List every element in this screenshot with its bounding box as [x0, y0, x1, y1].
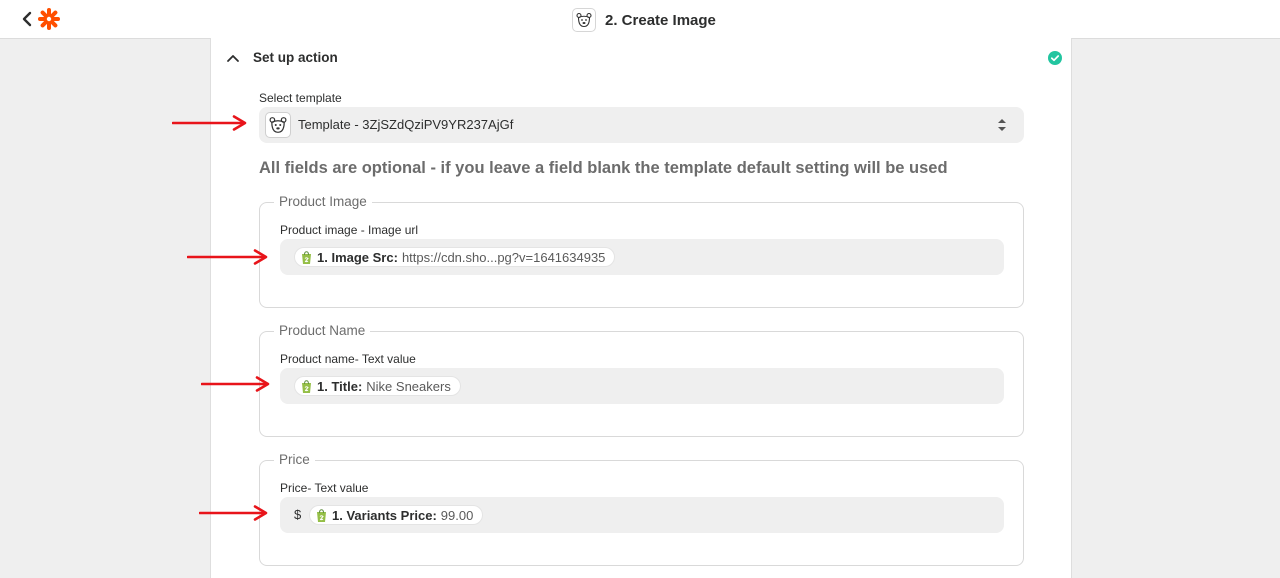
- zapier-logo[interactable]: [38, 8, 60, 30]
- template-select-value: Template - 3ZjSZdQziPV9YR237AjGf: [298, 117, 514, 132]
- check-circle-icon: [1048, 51, 1062, 65]
- field-group-product-name: Product Name Product name- Text value 1.…: [259, 323, 1024, 437]
- pill-value: Nike Sneakers: [366, 378, 451, 394]
- group-legend: Price: [274, 452, 315, 467]
- product-name-input[interactable]: 1. Title: Nike Sneakers: [280, 368, 1004, 404]
- template-app-tile: [265, 112, 291, 138]
- pill-value: 99.00: [440, 507, 474, 523]
- dollar-prefix: $: [294, 507, 302, 522]
- group-legend: Product Name: [274, 323, 371, 338]
- section-header[interactable]: Set up action: [211, 38, 1071, 78]
- annotation-arrow-icon: [172, 115, 247, 131]
- field-label: Product image - Image url: [280, 223, 419, 237]
- section-title: Set up action: [253, 50, 338, 65]
- group-legend: Product Image: [274, 194, 372, 209]
- pill-value: https://cdn.sho...pg?v=1641634935: [401, 249, 606, 265]
- bear-icon: [269, 117, 287, 133]
- pill-key: 1. Title:: [317, 378, 363, 394]
- shopify-icon: [317, 508, 326, 522]
- optional-fields-note: All fields are optional - if you leave a…: [259, 159, 948, 177]
- field-group-product-image: Product Image Product image - Image url …: [259, 194, 1024, 308]
- step-title: 2. Create Image: [572, 7, 716, 33]
- shopify-icon: [302, 379, 311, 393]
- top-bar: 2. Create Image: [0, 0, 1280, 39]
- annotation-arrow-icon: [199, 505, 268, 521]
- chevron-left-icon[interactable]: [19, 11, 35, 27]
- field-group-price: Price Price- Text value $ 1. Variants Pr…: [259, 452, 1024, 566]
- page-title: 2. Create Image: [605, 11, 716, 29]
- annotation-arrow-icon: [187, 249, 268, 265]
- annotation-arrow-icon: [201, 376, 270, 392]
- field-label: Product name- Text value: [280, 352, 416, 366]
- product-image-input[interactable]: 1. Image Src: https://cdn.sho...pg?v=164…: [280, 239, 1004, 275]
- price-input[interactable]: $ 1. Variants Price: 99.00: [280, 497, 1004, 533]
- chevron-up-icon[interactable]: [226, 51, 240, 65]
- select-template-label: Select template: [259, 91, 342, 105]
- template-select[interactable]: Template - 3ZjSZdQziPV9YR237AjGf: [259, 107, 1024, 143]
- data-pill[interactable]: 1. Variants Price: 99.00: [309, 505, 484, 525]
- pill-key: 1. Variants Price:: [332, 507, 437, 523]
- data-pill[interactable]: 1. Image Src: https://cdn.sho...pg?v=164…: [294, 247, 616, 267]
- pill-key: 1. Image Src:: [317, 249, 398, 265]
- data-pill[interactable]: 1. Title: Nike Sneakers: [294, 376, 461, 396]
- shopify-icon: [302, 250, 311, 264]
- select-arrows-icon: [998, 119, 1006, 131]
- bear-icon: [576, 12, 592, 28]
- app-icon-tile: [572, 8, 596, 32]
- action-panel: Set up action Select template Template -…: [210, 38, 1072, 578]
- field-label: Price- Text value: [280, 481, 369, 495]
